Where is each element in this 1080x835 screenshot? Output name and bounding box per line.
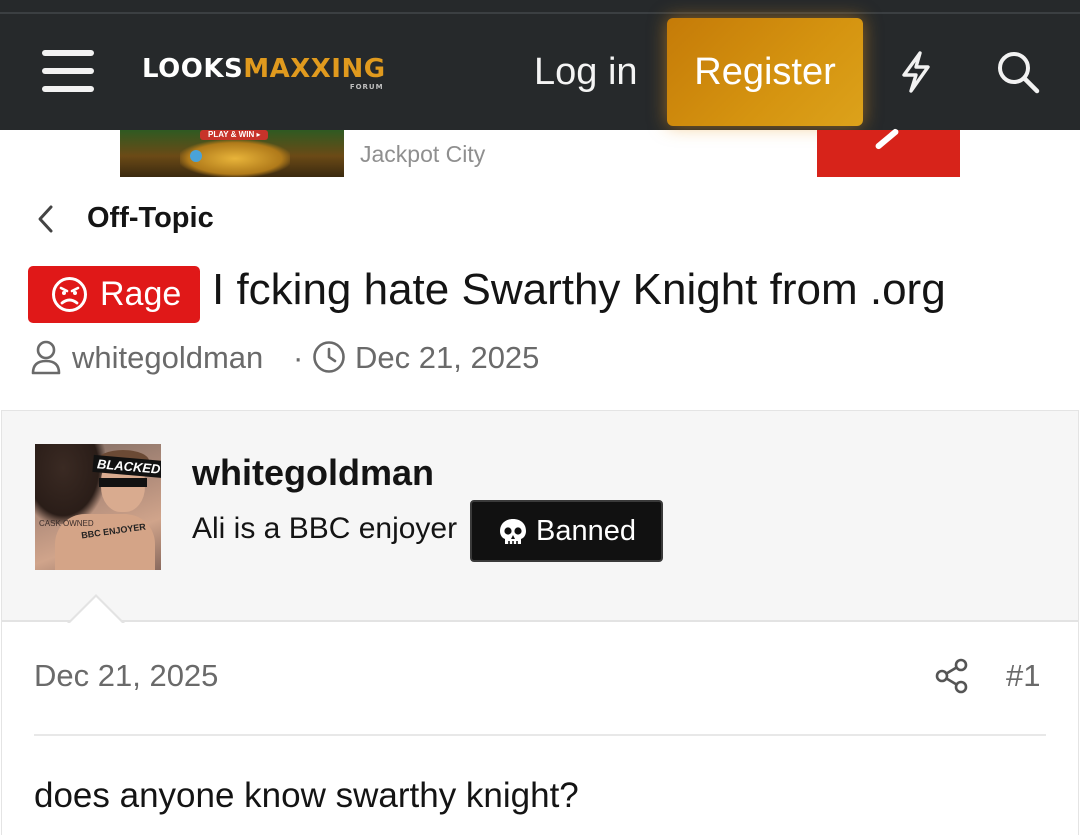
banned-banner: Banned (470, 500, 663, 562)
message-arrow-inner (69, 597, 123, 624)
ad-advertiser-name[interactable]: Jackpot City (360, 141, 485, 168)
chevron-left-icon[interactable] (34, 204, 58, 234)
thread-prefix-badge[interactable]: Rage (28, 266, 200, 323)
site-logo[interactable]: LOOKSMAXXING FORUM (142, 54, 386, 94)
thread-title: I fcking hate Swarthy Knight from .org (212, 265, 946, 314)
logo-subtitle: FORUM (349, 83, 384, 91)
banned-label: Banned (536, 515, 636, 547)
thread-prefix-label: Rage (100, 275, 182, 313)
post-container: BLACKED BBC ENJOYER CASK OWNED (1, 410, 1079, 835)
clock-icon (313, 341, 345, 373)
logo-text-looks: LOOKS (142, 54, 244, 84)
angry-face-icon (52, 277, 87, 312)
post-username-link[interactable]: whitegoldman (192, 452, 434, 494)
header-bar: LOOKSMAXXING FORUM Log in Register (0, 0, 1080, 130)
menu-icon[interactable] (42, 50, 96, 94)
thread-author-link[interactable]: whitegoldman (72, 340, 263, 376)
user-icon (31, 340, 61, 375)
post-user-title: Ali is a BBC enjoyer (192, 512, 458, 545)
ad-arrow-icon (874, 127, 900, 151)
avatar[interactable]: BLACKED BBC ENJOYER CASK OWNED (35, 444, 161, 570)
ad-play-label: PLAY & WIN ▸ (200, 130, 269, 140)
search-icon[interactable] (996, 50, 1040, 94)
header-top-line (0, 12, 1080, 14)
avatar-side-text: CASK OWNED (39, 519, 94, 528)
post-date-link[interactable]: Dec 21, 2025 (34, 658, 218, 694)
post-divider (34, 734, 1046, 736)
ad-cta-button[interactable] (817, 127, 960, 177)
ad-coin-icon (190, 150, 202, 162)
login-link[interactable]: Log in (534, 50, 638, 94)
thread-date-link[interactable]: Dec 21, 2025 (355, 340, 539, 376)
logo-text-maxxing: MAXXING (243, 54, 386, 84)
logo-wordmark: LOOKSMAXXING (142, 54, 386, 84)
register-button[interactable]: Register (667, 18, 863, 126)
bolt-icon[interactable] (896, 50, 936, 94)
ad-image[interactable]: PLAY & WIN ▸ (120, 130, 344, 177)
breadcrumb-off-topic[interactable]: Off-Topic (87, 202, 214, 235)
meta-separator: · (293, 340, 304, 375)
skull-icon (500, 519, 526, 544)
post-number-link[interactable]: #1 (1006, 658, 1040, 694)
post-body-text: does anyone know swarthy knight? (34, 776, 579, 815)
share-icon[interactable] (934, 658, 970, 694)
avatar-eye-bar (99, 478, 147, 487)
